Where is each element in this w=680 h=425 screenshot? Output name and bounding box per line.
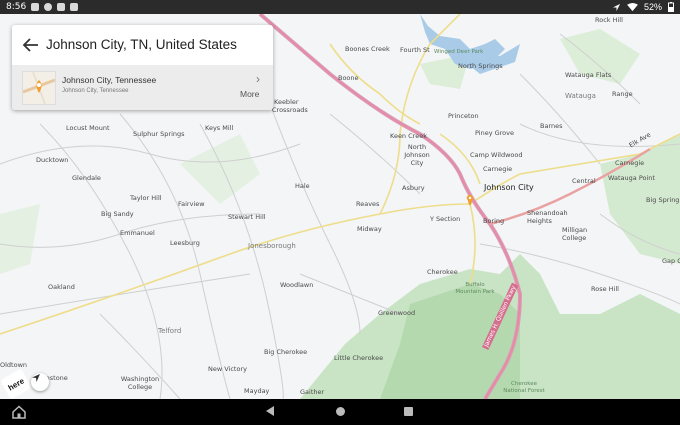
result-subtitle: Johnson City, Tennessee (62, 88, 129, 94)
result-thumbnail (22, 71, 56, 105)
map-label: Y Section (430, 215, 461, 223)
result-title: Johnson City, Tennessee (62, 75, 157, 85)
status-bar: 8:56 52% (0, 0, 680, 14)
battery-percent: 52% (643, 2, 662, 12)
document-icon (70, 3, 79, 11)
map-label: Hale (295, 182, 310, 190)
map-label: Leesburg (170, 239, 200, 247)
home-icon[interactable] (12, 405, 26, 419)
youtube-icon (57, 3, 66, 11)
wifi-icon (627, 2, 638, 11)
map-label: Milligan College (562, 226, 588, 242)
map-label: North Johnson City (404, 143, 430, 167)
map-label: Oakland (48, 283, 75, 291)
map-label: Winged Deer Park (434, 49, 484, 55)
map-label: Boone (338, 74, 359, 82)
navigation-bar (0, 399, 680, 425)
map-label: Greenwood (378, 309, 416, 317)
map-label: Carnegie (483, 165, 513, 173)
photo-icon (31, 3, 40, 11)
search-result-item[interactable]: Johnson City, Tennessee Johnson City, Te… (12, 65, 273, 110)
recents-square-icon[interactable] (404, 407, 413, 416)
status-time: 8:56 (6, 2, 27, 12)
battery-icon (668, 2, 674, 12)
map-label: Telford (158, 327, 182, 335)
back-triangle-icon[interactable] (266, 406, 274, 416)
map-label: Taylor Hill (130, 194, 162, 202)
chevron-right-icon[interactable]: › (256, 72, 260, 86)
map-label: Ducktown (36, 156, 69, 164)
map-label: Little Cherokee (334, 354, 384, 362)
play-icon (44, 3, 53, 11)
map-label: Range (612, 90, 633, 98)
map-label: Gaither (300, 388, 325, 396)
map-label: Cherokee National Forest (503, 381, 545, 394)
map-label: Piney Grove (475, 129, 515, 137)
map-label: Woodlawn (280, 281, 314, 289)
map-label: Rose Hill (591, 285, 619, 293)
map-label: Sulphur Springs (133, 130, 185, 138)
map-label: Rock Hill (595, 16, 623, 24)
circle-home-icon[interactable] (336, 407, 345, 416)
map-label: Oldtown (0, 361, 28, 369)
map-label: Midway (357, 225, 382, 233)
map-label: Princeton (448, 112, 479, 120)
map-label: Glendale (72, 174, 101, 182)
map-label: Watauga (565, 92, 596, 100)
map-label: Carnegie (615, 159, 645, 167)
map-label: Crossroads (272, 106, 308, 114)
map-label: Watauga Point (608, 174, 655, 182)
map-label: Watauga Flats (565, 71, 612, 79)
location-icon (612, 3, 621, 11)
map-label: Big Cherokee (264, 348, 308, 356)
map-label: Cherokee (427, 268, 458, 276)
search-bar[interactable]: Johnson City, TN, United States (12, 25, 273, 65)
map-label: Jonesborough (248, 242, 296, 250)
map-label: New Victory (208, 365, 247, 373)
map-label: Barnes (540, 122, 563, 130)
map-label: Mayday (244, 387, 270, 395)
map-label: Shenandoah Heights (527, 209, 568, 225)
map-label: Boones Creek (345, 45, 390, 53)
map-label: Camp Wildwood (470, 151, 523, 159)
map-label: Locust Mount (66, 124, 110, 132)
map-label: Keys Mill (205, 124, 234, 132)
map-label: Fairview (178, 200, 205, 208)
map-label: Reaves (356, 200, 380, 208)
green-area-west (0, 204, 40, 274)
map-label: Buffalo Mountain Park (455, 282, 495, 295)
map-label: North Springs (458, 62, 503, 70)
map-label: Central (572, 177, 596, 185)
map-label: Asbury (402, 184, 425, 192)
map-label: Big Sandy (101, 210, 134, 218)
compass-arrow-icon[interactable] (31, 373, 49, 391)
map-label: Washington College (120, 375, 160, 391)
green-area-central (180, 134, 260, 204)
map-label: Keen Creek (390, 132, 427, 140)
map-label: Keebler (274, 98, 299, 106)
map-label: Big Spring (646, 196, 680, 204)
back-arrow-icon[interactable] (22, 36, 40, 54)
map-label: Stewart Hill (228, 213, 266, 221)
map-label: Boring (483, 217, 505, 225)
map-label: Gap Cr (662, 257, 680, 265)
map-label-johnson-city: Johnson City (484, 183, 534, 192)
search-card: Johnson City, TN, United States Johnson … (12, 25, 273, 110)
search-input[interactable]: Johnson City, TN, United States (46, 37, 237, 52)
map-label: Fourth St (400, 46, 430, 54)
more-button[interactable]: More (240, 89, 259, 99)
map-label: Emmanuel (120, 229, 155, 237)
